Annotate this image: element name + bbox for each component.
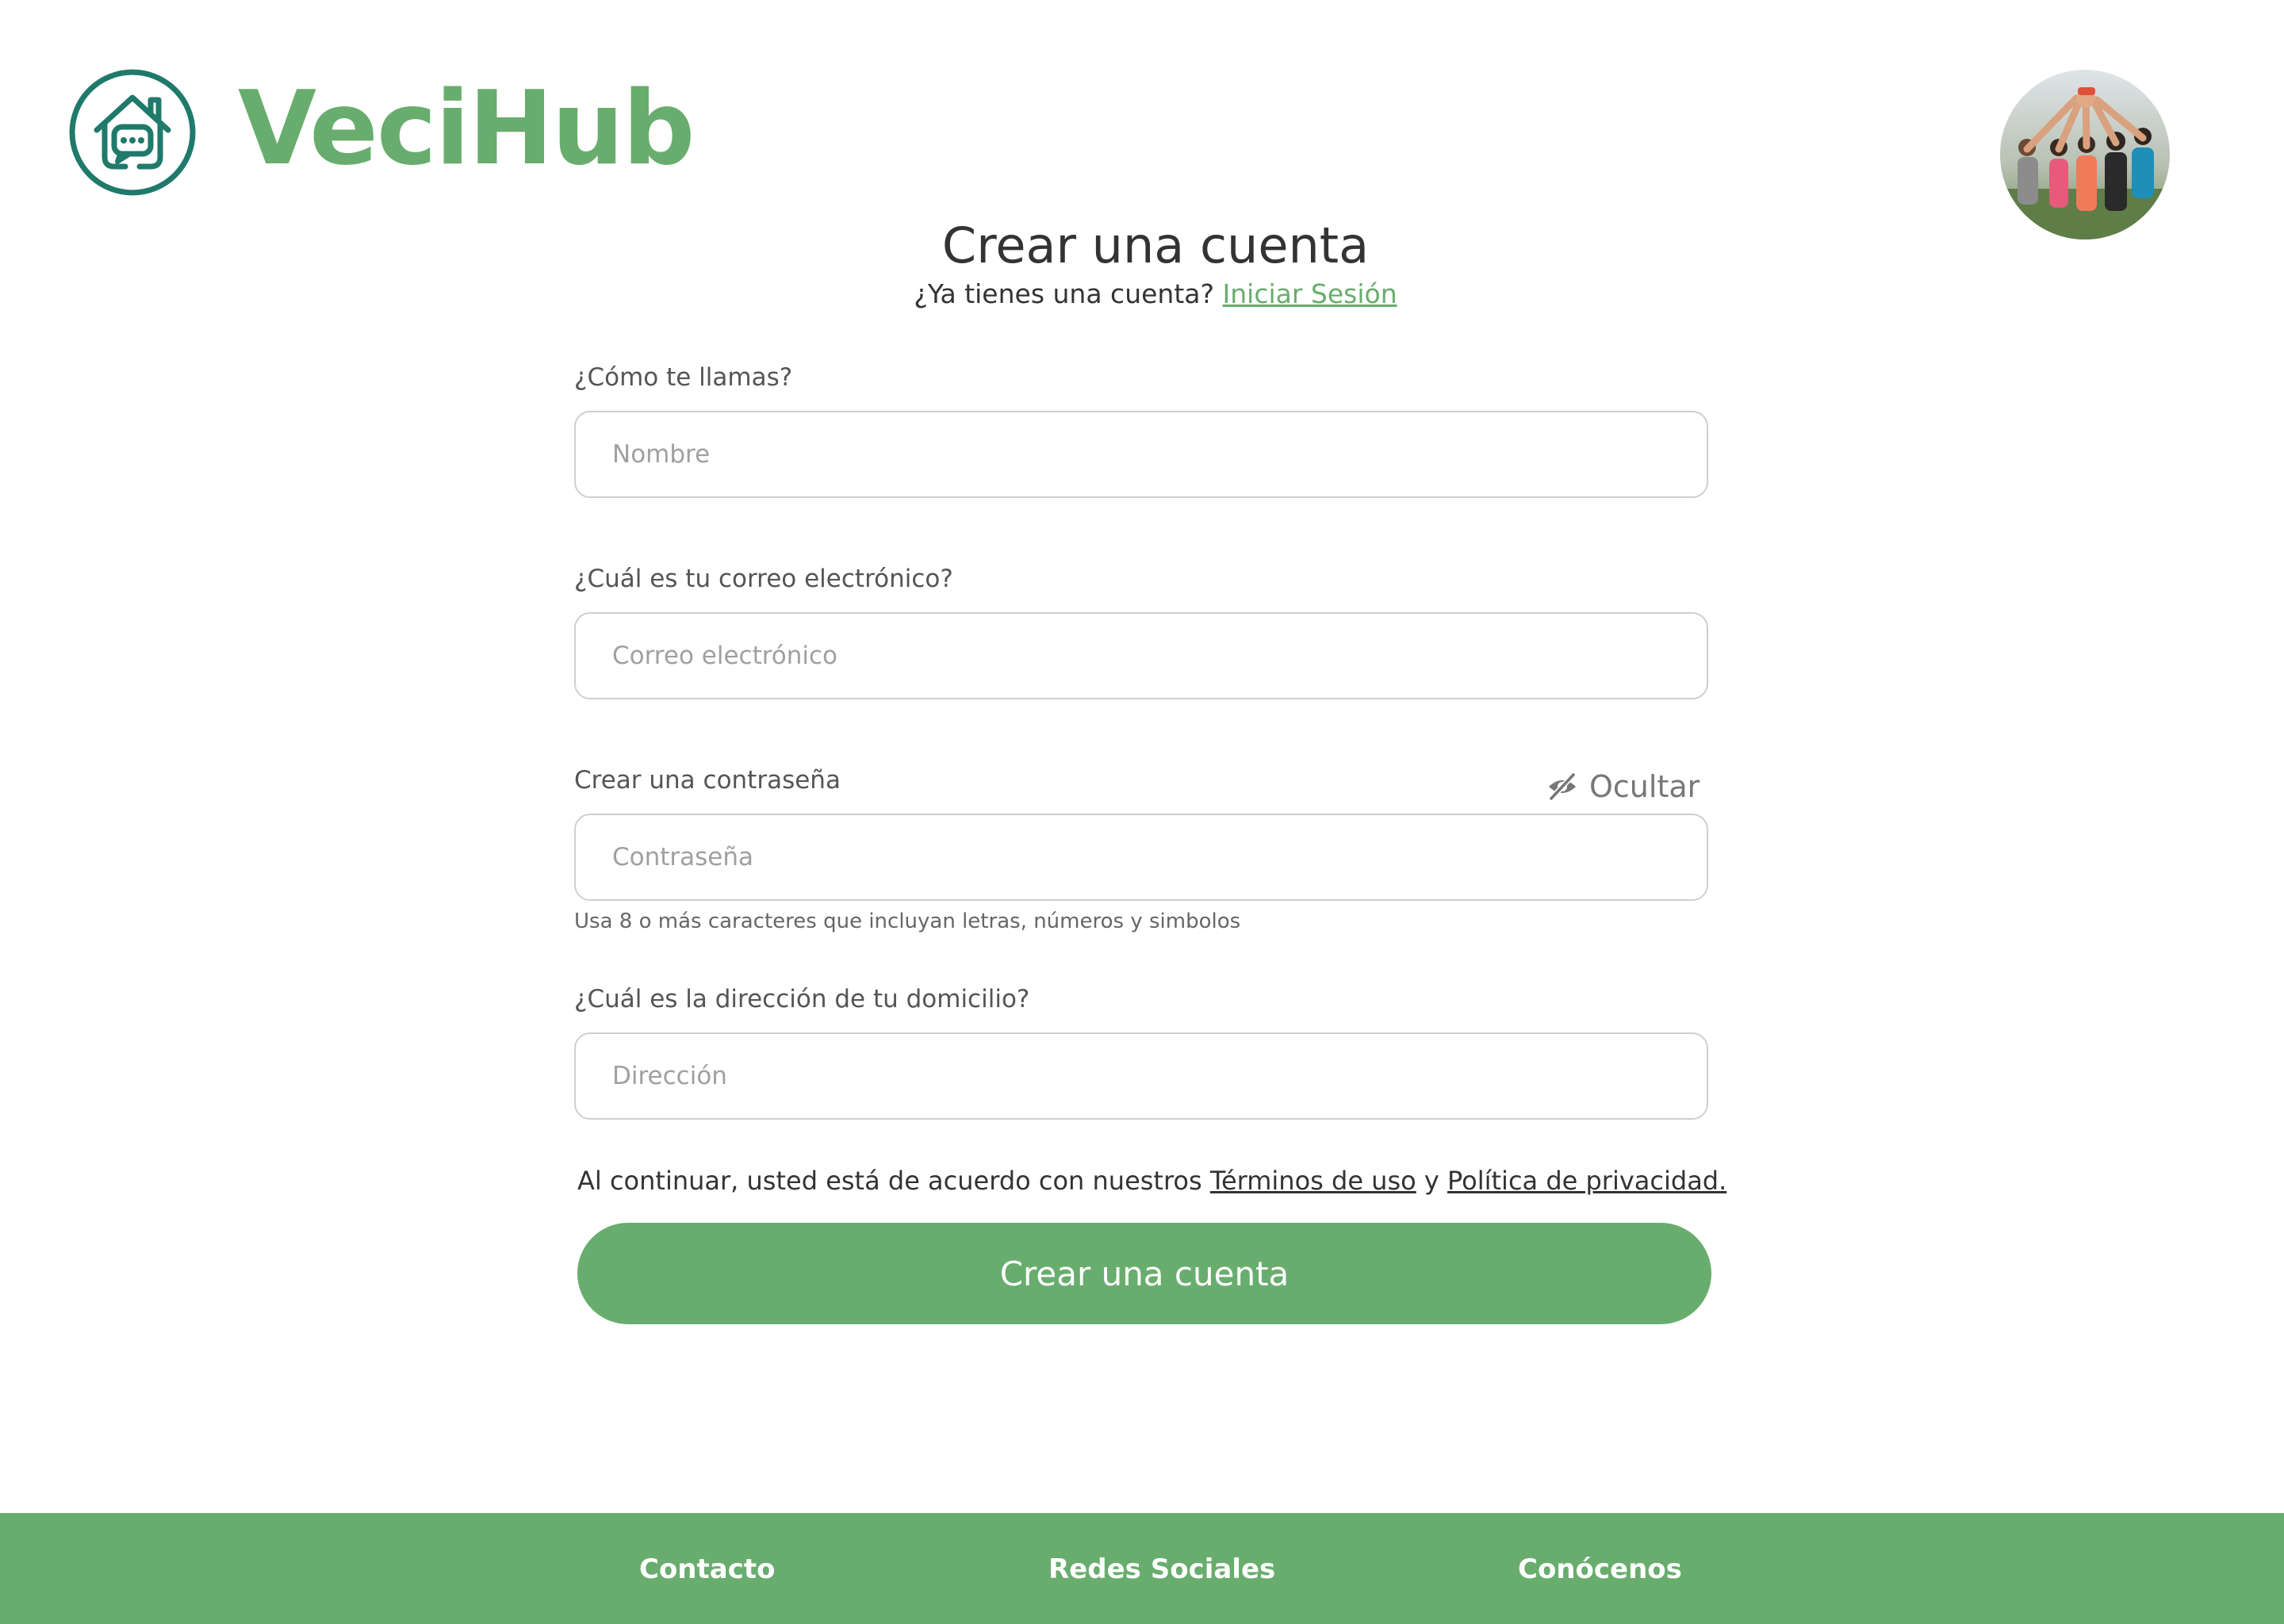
footer-link-about[interactable]: Conócenos	[1518, 1551, 1682, 1588]
footer-link-contact[interactable]: Contacto	[639, 1551, 775, 1588]
login-link[interactable]: Iniciar Sesión	[1223, 278, 1397, 309]
name-label: ¿Cómo te llamas?	[574, 363, 793, 392]
terms-conjunction: y	[1424, 1166, 1439, 1196]
login-prompt: ¿Ya tienes una cuenta? Iniciar Sesión	[0, 276, 2284, 312]
login-prompt-text: ¿Ya tienes una cuenta?	[914, 278, 1215, 309]
password-visibility-toggle[interactable]: Ocultar	[1546, 766, 1700, 807]
address-input[interactable]	[574, 1032, 1708, 1120]
terms-prefix: Al continuar, usted está de acuerdo con …	[577, 1166, 1202, 1196]
email-label: ¿Cuál es tu correo electrónico?	[574, 565, 953, 593]
password-label: Crear una contraseña	[574, 766, 841, 795]
password-toggle-label: Ocultar	[1589, 769, 1700, 804]
footer: Contacto Redes Sociales Conócenos	[0, 1513, 2284, 1624]
privacy-policy-link[interactable]: Política de privacidad.	[1447, 1166, 1726, 1196]
address-label: ¿Cuál es la dirección de tu domicilio?	[574, 985, 1030, 1013]
email-input[interactable]	[574, 612, 1708, 699]
house-chat-icon	[69, 69, 196, 196]
terms-notice: Al continuar, usted está de acuerdo con …	[577, 1162, 1926, 1199]
terms-of-use-link[interactable]: Términos de uso	[1210, 1166, 1416, 1196]
brand-name[interactable]: VeciHub	[238, 70, 695, 189]
footer-link-social[interactable]: Redes Sociales	[1048, 1551, 1275, 1588]
create-account-button[interactable]: Crear una cuenta	[577, 1223, 1711, 1324]
password-input[interactable]	[574, 814, 1708, 901]
name-input[interactable]	[574, 411, 1708, 498]
logo[interactable]	[68, 68, 197, 197]
eye-slash-icon	[1548, 772, 1577, 802]
password-hint: Usa 8 o más caracteres que incluyan letr…	[574, 910, 1241, 933]
page-title: Crear una cuenta	[941, 216, 1370, 274]
